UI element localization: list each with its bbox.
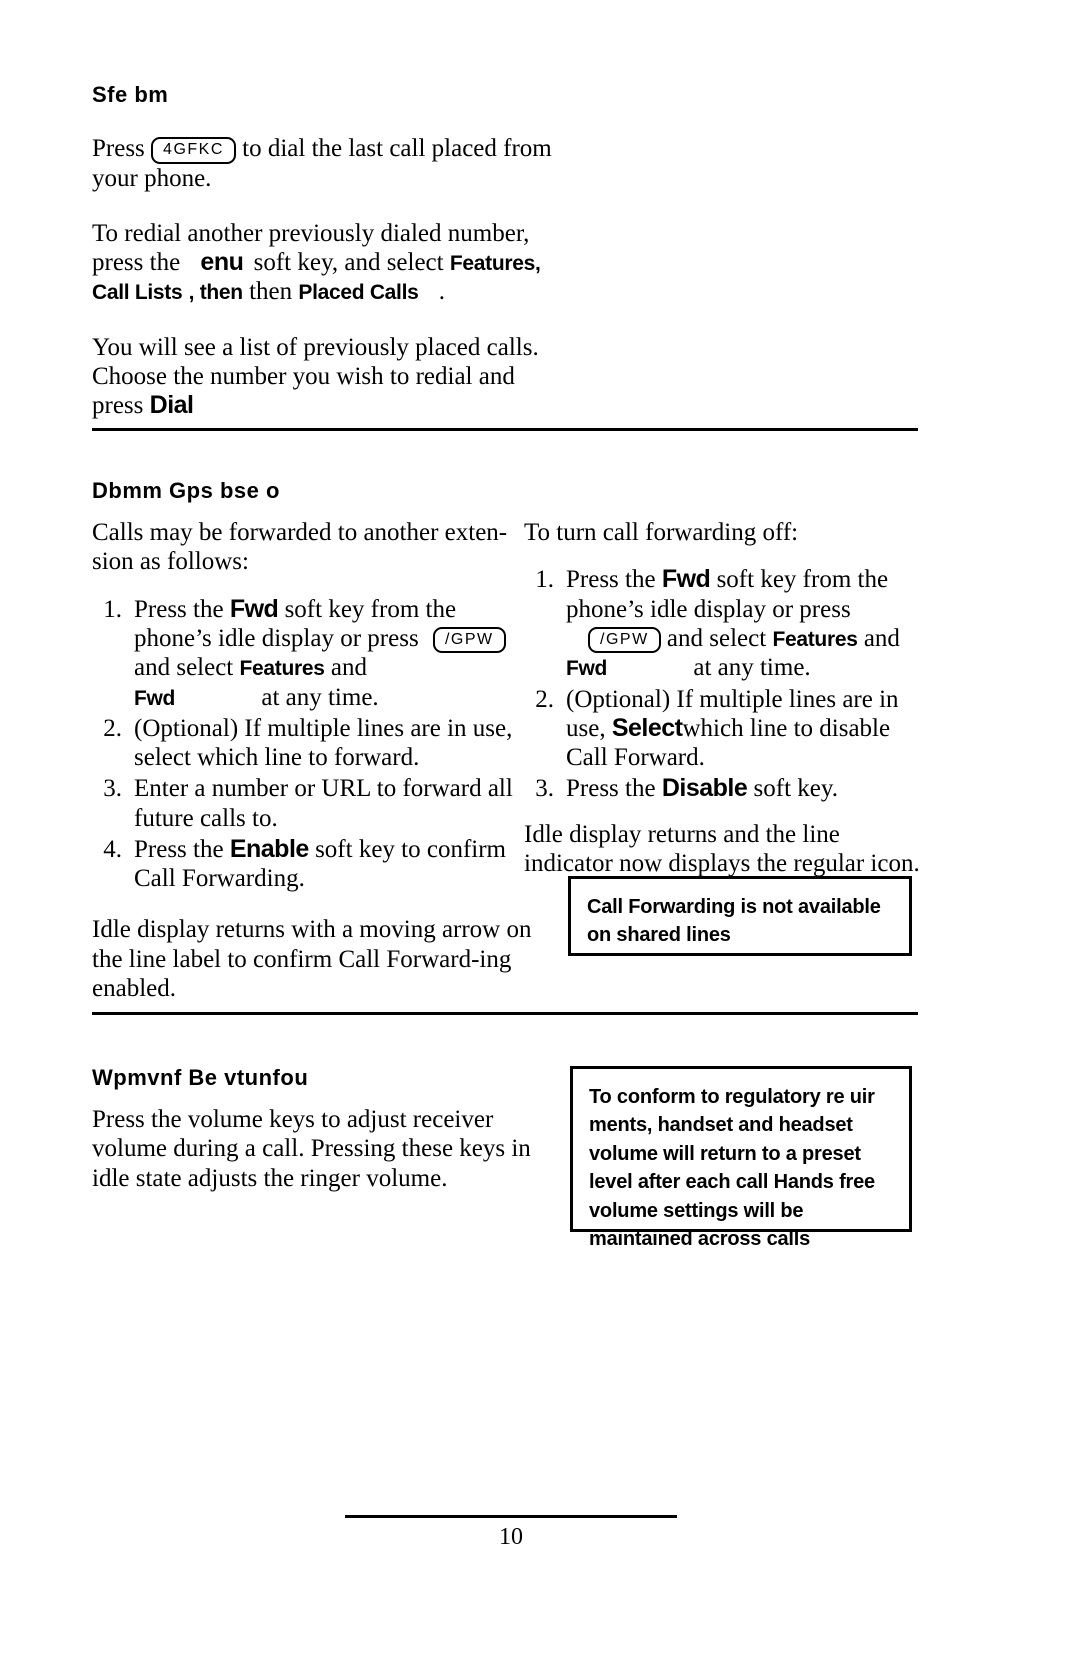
step-pre: Press the xyxy=(134,835,224,863)
step-number: 2. xyxy=(535,685,554,713)
page-number: 10 xyxy=(499,1524,523,1550)
step-post: at any time. xyxy=(693,654,811,682)
fwd-keyword: Fwd xyxy=(134,686,176,710)
volume-note-box: To conform to regulatory re uir ments, h… xyxy=(570,1066,912,1250)
fwd-keyword: Fwd xyxy=(566,657,608,681)
list-item: 1. Press the Fwd soft key from the phone… xyxy=(92,595,532,712)
redial-p2-mid: soft key, and select xyxy=(253,249,444,277)
redial-p2-then: , then xyxy=(188,281,244,305)
redial-p3-line2: Choose the number you wish to redial and xyxy=(92,362,515,390)
step-and: and xyxy=(863,624,900,652)
step-and: and xyxy=(330,654,368,682)
features-keyword: Features, xyxy=(449,252,541,276)
step-number: 3. xyxy=(535,775,554,803)
list-item: 3. Press the Disable soft key. xyxy=(524,774,924,803)
enable-softkey-label: Enable xyxy=(229,834,309,863)
list-item: 4. Press the Enable soft key to confirm … xyxy=(92,835,532,894)
call-forwarding-left-intro: Calls may be forwarded to another exten-… xyxy=(92,519,508,576)
features-keyword: Features xyxy=(239,657,325,681)
step-mid2: and select xyxy=(666,624,767,652)
redial-paragraph-1: Press 4GFKC to dial the last call placed… xyxy=(92,134,552,193)
call-forwarding-right-intro: To turn call forwarding off: xyxy=(524,519,799,546)
redial-p2-end: . xyxy=(438,278,446,306)
keypad-key-redial: 4GFKC xyxy=(151,137,236,164)
call-forwarding-note-text: Call Forwarding is not available on shar… xyxy=(587,896,881,947)
call-forwarding-heading: Dbmm Gps bse o xyxy=(92,478,280,503)
select-softkey-label: Select xyxy=(611,713,683,742)
call-forwarding-right-column: To turn call forwarding off: 1. Press th… xyxy=(524,518,924,878)
fwd-softkey-label: Fwd xyxy=(661,565,711,594)
features-keyword: Features xyxy=(772,627,858,651)
menu-key-icon: /GPW xyxy=(588,626,661,654)
volume-body-text: Press the volume keys to adjust receiver… xyxy=(92,1106,531,1192)
step-post: at any time. xyxy=(261,683,379,711)
step-number: 2. xyxy=(103,714,122,742)
call-forwarding-enable-steps: 1. Press the Fwd soft key from the phone… xyxy=(92,595,532,894)
placed-calls-keyword: Placed Calls xyxy=(298,281,419,305)
volume-note-text: To conform to regulatory re uir ments, h… xyxy=(589,1086,875,1250)
document-page: Sfe bm Press 4GFKC to dial the last call… xyxy=(0,0,1080,1669)
disable-softkey-label: Disable xyxy=(661,774,748,803)
call-forwarding-left-outro: Idle display returns with a moving arrow… xyxy=(92,916,532,1002)
volume-heading: Wpmvnf Be vtunfou xyxy=(92,1065,309,1090)
step-number: 4. xyxy=(103,835,122,863)
menu-softkey-label: enu xyxy=(200,248,244,277)
redial-then-word: then xyxy=(249,278,293,306)
footer-divider xyxy=(345,1515,677,1518)
redial-heading: Sfe bm xyxy=(92,82,169,107)
call-forwarding-left-column: Calls may be forwarded to another exten-… xyxy=(92,518,532,1003)
section-divider-2 xyxy=(92,1012,918,1015)
step-pre: Press the xyxy=(134,595,224,623)
redial-p1-pre: Press xyxy=(92,135,145,162)
redial-p3-pre: press xyxy=(92,392,144,420)
list-item: 2. (Optional) If multiple lines are in u… xyxy=(524,685,924,773)
step-number: 1. xyxy=(535,566,554,594)
call-forwarding-disable-steps: 1. Press the Fwd soft key from the phone… xyxy=(524,565,924,803)
dial-softkey-label: Dial xyxy=(149,391,194,420)
call-forwarding-right-outro: Idle display returns and the line indica… xyxy=(524,820,920,877)
redial-p2-pre: press the xyxy=(92,249,181,277)
step-number: 1. xyxy=(103,595,122,623)
step-pre: Press the xyxy=(566,775,656,803)
section-divider-1 xyxy=(92,428,918,431)
step-number: 3. xyxy=(103,775,122,803)
redial-p2-line1: To redial another previously dialed numb… xyxy=(92,219,530,247)
section-redial: Sfe bm Press 4GFKC to dial the last call… xyxy=(92,82,552,420)
step-mid2: and select xyxy=(134,654,234,682)
list-item: 3. Enter a number or URL to forward all … xyxy=(92,774,532,833)
step-post: soft key. xyxy=(753,775,838,803)
list-item: 1. Press the Fwd soft key from the phone… xyxy=(524,565,924,682)
step-pre: Press the xyxy=(566,566,656,594)
redial-p3-line1: You will see a list of previously placed… xyxy=(92,333,539,361)
fwd-softkey-label: Fwd xyxy=(229,594,279,623)
volume-left-column: Press the volume keys to adjust receiver… xyxy=(92,1105,532,1193)
step-text: (Optional) If multiple lines are in use,… xyxy=(134,714,513,772)
menu-key-icon: /GPW xyxy=(432,626,506,654)
redial-paragraph-3: You will see a list of previously placed… xyxy=(92,333,552,421)
call-lists-keyword: Call Lists xyxy=(92,281,183,305)
step-text: Enter a number or URL to forward all fut… xyxy=(134,775,513,832)
list-item: 2. (Optional) If multiple lines are in u… xyxy=(92,714,532,773)
redial-paragraph-2: To redial another previously dialed numb… xyxy=(92,219,552,307)
call-forwarding-note-box: Call Forwarding is not available on shar… xyxy=(568,876,912,956)
